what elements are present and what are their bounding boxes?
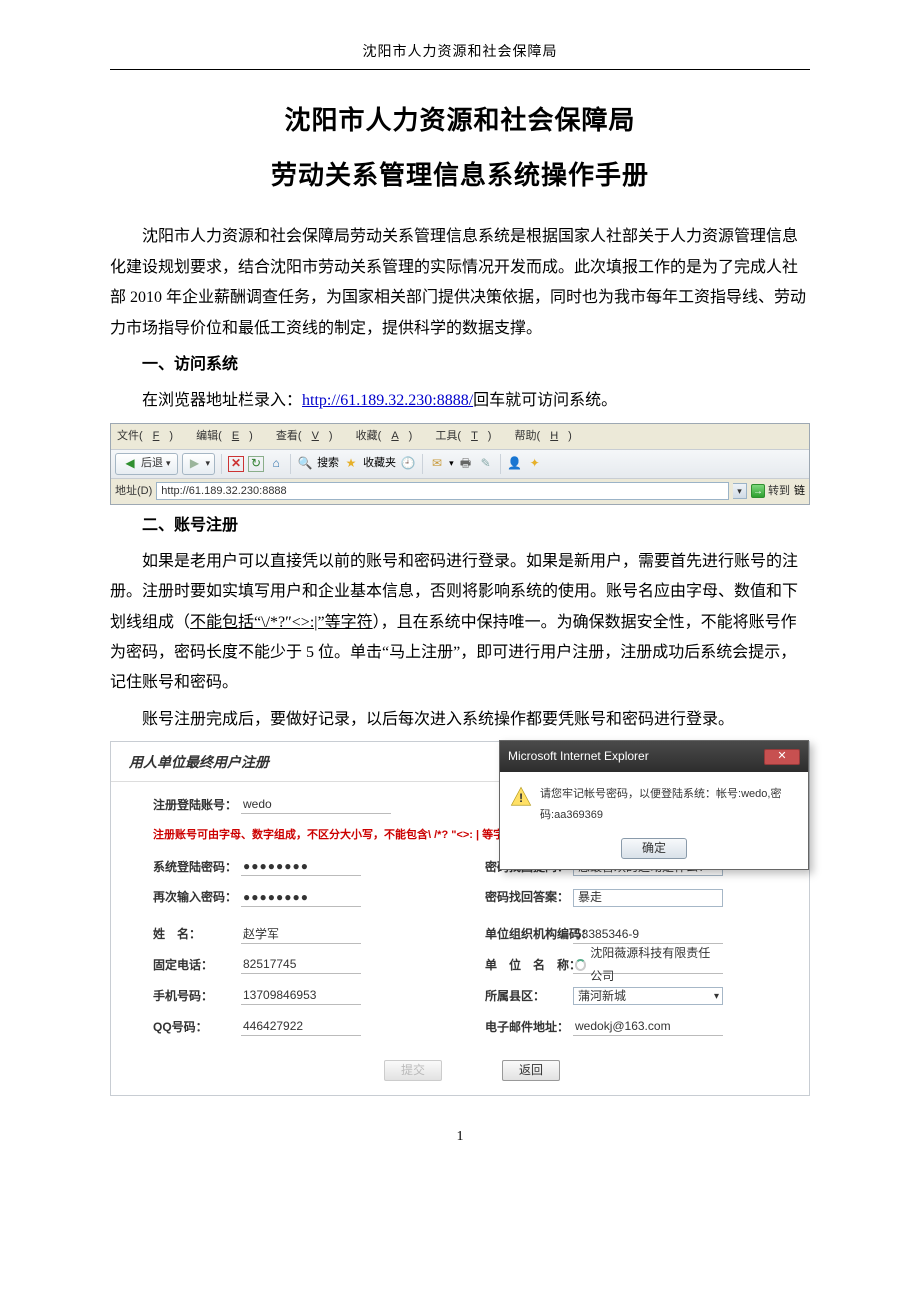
intro-paragraph: 沈阳市人力资源和社会保障局劳动关系管理信息系统是根据国家人社部关于人力资源管理信… (110, 222, 810, 344)
stop-icon[interactable]: ✕ (228, 456, 244, 472)
section-2-body-a: 如果是老用户可以直接凭以前的账号和密码进行登录。如果是新用户，需要首先进行账号的… (110, 547, 810, 699)
input-unit[interactable]: 沈阳薇源科技有限责任公司 (573, 956, 723, 974)
input-qq[interactable]: 446427922 (241, 1018, 361, 1036)
dialog-close-button[interactable]: ✕ (764, 749, 800, 765)
browser-window: 文件(F) 编辑(E) 查看(V) 收藏(A) 工具(T) 帮助(H) ◀ 后退… (110, 423, 810, 505)
dialog-title-text: Microsoft Internet Explorer (508, 745, 649, 768)
back-label: 后退 (141, 453, 163, 474)
section-1-body: 在浏览器地址栏录入：http://61.189.32.230:8888/回车就可… (110, 386, 810, 416)
mail-icon[interactable]: ✉ (429, 456, 445, 472)
back-arrow-icon: ◀ (122, 456, 138, 472)
label-org: 单位组织机构编码： (485, 923, 565, 946)
favorites-label[interactable]: 收藏夹 (363, 453, 396, 474)
registration-form: Microsoft Internet Explorer ✕ ! 请您牢记帐号密码… (110, 741, 810, 1096)
label-name: 姓 名： (153, 923, 233, 946)
search-label[interactable]: 搜索 (317, 453, 339, 474)
address-dropdown-icon[interactable]: ▾ (733, 483, 747, 499)
input-name[interactable]: 赵学军 (241, 926, 361, 944)
back-button[interactable]: 返回 (502, 1060, 560, 1081)
section-2-title: 二、账号注册 (110, 511, 810, 541)
browser-menu-bar: 文件(F) 编辑(E) 查看(V) 收藏(A) 工具(T) 帮助(H) (111, 424, 809, 450)
edit-icon[interactable]: ✎ (478, 456, 494, 472)
submit-button[interactable]: 提交 (384, 1060, 442, 1081)
favorites-star-icon: ★ (343, 456, 359, 472)
label-mobile: 手机号码： (153, 985, 233, 1008)
label-unit: 单 位 名 称： (485, 954, 565, 977)
browser-toolbar: ◀ 后退 ▾ ▶ ▾ ✕ ↻ ⌂ 🔍 搜索 ★ 收藏夹 🕘 ✉ ▾ 🖶 ✎ 👤 … (111, 450, 809, 479)
home-icon[interactable]: ⌂ (268, 456, 284, 472)
label-qq: QQ号码： (153, 1016, 233, 1039)
address-bar-row: 地址(D) http://61.189.32.230:8888 ▾ → 转到 链 (111, 479, 809, 504)
label-tel: 固定电话： (153, 954, 233, 977)
dialog-titlebar: Microsoft Internet Explorer ✕ (500, 741, 808, 772)
menu-view[interactable]: 查看(V) (276, 430, 343, 442)
label-password2: 再次输入密码： (153, 886, 233, 909)
label-email: 电子邮件地址： (485, 1016, 565, 1039)
warning-icon: ! (510, 784, 532, 810)
menu-favorites[interactable]: 收藏(A) (356, 430, 423, 442)
print-icon[interactable]: 🖶 (458, 456, 474, 472)
select-district[interactable]: 蒲河新城 (573, 987, 723, 1005)
input-org[interactable]: 58385346-9 (573, 926, 723, 944)
menu-help[interactable]: 帮助(H) (515, 430, 582, 442)
menu-tools[interactable]: 工具(T) (435, 430, 501, 442)
messenger-icon[interactable]: 👤 (507, 456, 523, 472)
running-header: 沈阳市人力资源和社会保障局 (110, 40, 810, 70)
label-district: 所属县区： (485, 985, 565, 1008)
back-button[interactable]: ◀ 后退 ▾ (115, 453, 178, 475)
input-email[interactable]: wedokj@163.com (573, 1018, 723, 1036)
label-answer: 密码找回答案： (485, 886, 565, 909)
svg-text:!: ! (519, 791, 523, 805)
input-password2[interactable]: ●●●●●●●● (241, 889, 361, 907)
dialog-message: 请您牢记帐号密码，以便登陆系统：帐号:wedo,密码:aa369369 (540, 784, 798, 826)
address-label: 地址(D) (115, 481, 152, 502)
links-label[interactable]: 链 (794, 481, 805, 502)
forward-arrow-icon: ▶ (187, 456, 203, 472)
menu-file[interactable]: 文件(F) (117, 430, 183, 442)
menu-edit[interactable]: 编辑(E) (196, 430, 263, 442)
refresh-icon[interactable]: ↻ (248, 456, 264, 472)
loading-spinner-icon (575, 959, 586, 971)
system-url-link[interactable]: http://61.189.32.230:8888/ (302, 392, 473, 409)
forward-button[interactable]: ▶ ▾ (182, 453, 216, 475)
misc-icon[interactable]: ✦ (527, 456, 543, 472)
go-arrow-icon: → (751, 484, 765, 498)
page-number: 1 (110, 1124, 810, 1151)
ie-alert-dialog: Microsoft Internet Explorer ✕ ! 请您牢记帐号密码… (499, 740, 809, 870)
search-icon: 🔍 (297, 456, 313, 472)
title-line-2: 劳动关系管理信息系统操作手册 (110, 151, 810, 200)
input-tel[interactable]: 82517745 (241, 956, 361, 974)
address-input[interactable]: http://61.189.32.230:8888 (156, 482, 729, 500)
label-account: 注册登陆账号： (153, 794, 233, 817)
input-answer[interactable]: 暴走 (573, 889, 723, 907)
title-line-1: 沈阳市人力资源和社会保障局 (110, 96, 810, 145)
history-icon[interactable]: 🕘 (400, 456, 416, 472)
go-button[interactable]: → 转到 (751, 481, 790, 502)
dialog-ok-button[interactable]: 确定 (621, 838, 687, 859)
input-password[interactable]: ●●●●●●●● (241, 858, 361, 876)
section-2-body-b: 账号注册完成后，要做好记录，以后每次进入系统操作都要凭账号和密码进行登录。 (110, 705, 810, 735)
input-mobile[interactable]: 13709846953 (241, 987, 361, 1005)
label-password: 系统登陆密码： (153, 856, 233, 879)
section-1-title: 一、访问系统 (110, 350, 810, 380)
input-account[interactable]: wedo (241, 796, 391, 814)
